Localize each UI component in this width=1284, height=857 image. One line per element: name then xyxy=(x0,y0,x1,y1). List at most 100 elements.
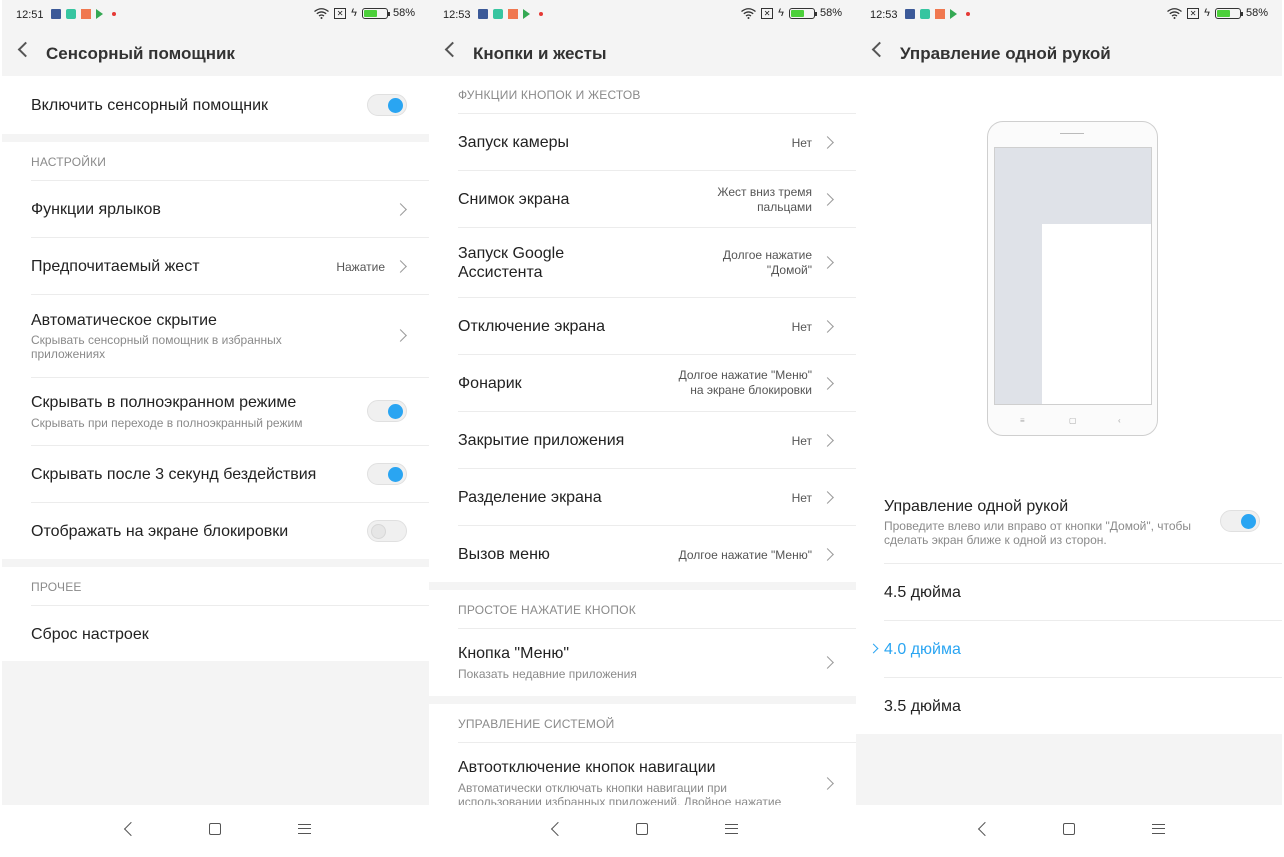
show-lockscreen-row[interactable]: Отображать на экране блокировки xyxy=(31,502,429,559)
section-label-settings: НАСТРОЙКИ xyxy=(31,155,107,169)
button-function-row[interactable]: Запуск камеры Нет xyxy=(458,113,856,170)
facebook-icon xyxy=(905,9,915,19)
item-title: Запуск камеры xyxy=(458,134,570,151)
battery-icon xyxy=(361,7,390,19)
button-function-row[interactable]: Отключение экрана Нет xyxy=(458,297,856,354)
play-store-icon xyxy=(523,9,530,19)
nav-home-icon[interactable] xyxy=(1063,823,1075,835)
item-title: Вызов меню xyxy=(458,546,550,563)
enable-assistant-toggle[interactable] xyxy=(367,94,407,116)
back-icon[interactable] xyxy=(871,41,888,58)
size-option-35[interactable]: 3.5 дюйма xyxy=(884,677,1282,734)
nav-home-icon[interactable] xyxy=(209,823,221,835)
phone-screen-illustration xyxy=(994,147,1152,405)
chevron-right-icon xyxy=(821,656,834,669)
app-header: Управление одной рукой xyxy=(856,30,1282,76)
slack-icon xyxy=(920,9,930,19)
button-function-row[interactable]: Запуск Google Ассистента Долгое нажатие … xyxy=(458,227,856,297)
preferred-gesture-value: Нажатие xyxy=(336,260,385,274)
mail-icon xyxy=(81,9,91,19)
auto-hide-row[interactable]: Автоматическое скрытие Скрывать сенсорны… xyxy=(31,294,429,377)
item-title: Разделение экрана xyxy=(458,489,602,506)
mail-icon xyxy=(508,9,518,19)
button-function-row[interactable]: Фонарик Долгое нажатие "Меню" на экране … xyxy=(458,354,856,411)
chevron-right-icon xyxy=(821,377,834,390)
nav-bar xyxy=(2,805,429,857)
shortcut-functions-row[interactable]: Функции ярлыков xyxy=(31,180,429,237)
one-hand-toggle-row[interactable]: Управление одной рукой Проведите влево и… xyxy=(884,478,1282,563)
show-lockscreen-label: Отображать на экране блокировки xyxy=(31,523,289,540)
page-title: Управление одной рукой xyxy=(900,44,1111,63)
hide-fullscreen-subtitle: Скрывать при переходе в полноэкранный ре… xyxy=(31,416,303,430)
item-title: Снимок экрана xyxy=(458,191,570,208)
nav-menu-icon[interactable] xyxy=(1152,824,1165,834)
preferred-gesture-row[interactable]: Предпочитаемый жест Нажатие xyxy=(31,237,429,294)
item-value: Долгое нажатие "Меню" xyxy=(678,548,812,562)
nav-menu-icon[interactable] xyxy=(725,824,738,834)
panel-one-hand: 12:53 ✕ ϟ 58% Управление одной рукой ≡ ▢ xyxy=(856,0,1282,857)
size-option-label: 4.5 дюйма xyxy=(884,584,961,601)
show-lockscreen-toggle[interactable] xyxy=(367,520,407,542)
status-bar: 12:51 ✕ ϟ 58% xyxy=(2,0,429,30)
nav-bar xyxy=(856,805,1282,857)
nav-back-icon[interactable] xyxy=(977,821,993,837)
battery-percent: 58% xyxy=(819,7,842,19)
wifi-icon xyxy=(741,7,757,19)
battery-percent: 58% xyxy=(1245,7,1268,19)
reset-settings-row[interactable]: Сброс настроек xyxy=(31,605,429,661)
nav-home-icon[interactable] xyxy=(636,823,648,835)
button-function-row[interactable]: Вызов меню Долгое нажатие "Меню" xyxy=(458,525,856,582)
hide-idle-toggle[interactable] xyxy=(367,463,407,485)
section-label-simple-press: ПРОСТОЕ НАЖАТИЕ КНОПОК xyxy=(458,603,636,617)
battery-percent: 58% xyxy=(392,7,415,19)
chevron-right-icon xyxy=(821,320,834,333)
button-function-row[interactable]: Снимок экрана Жест вниз тремя пальцами xyxy=(458,170,856,227)
hide-fullscreen-row[interactable]: Скрывать в полноэкранном режиме Скрывать… xyxy=(31,377,429,445)
chevron-right-icon xyxy=(821,777,834,790)
button-function-row[interactable]: Разделение экрана Нет xyxy=(458,468,856,525)
status-time: 12:53 xyxy=(443,9,471,21)
hide-idle-row[interactable]: Скрывать после 3 секунд бездействия xyxy=(31,445,429,502)
size-option-label: 4.0 дюйма xyxy=(884,641,961,658)
size-option-40-selected[interactable]: 4.0 дюйма xyxy=(868,620,1282,677)
charging-icon: ϟ xyxy=(778,7,784,19)
auto-hide-label: Автоматическое скрытие xyxy=(31,312,217,329)
app-header: Сенсорный помощник xyxy=(2,30,429,76)
enable-assistant-row[interactable]: Включить сенсорный помощник xyxy=(31,76,429,134)
chevron-right-icon xyxy=(821,491,834,504)
facebook-icon xyxy=(478,9,488,19)
menu-button-subtitle: Показать недавние приложения xyxy=(458,667,637,681)
menu-button-row[interactable]: Кнопка "Меню" Показать недавние приложен… xyxy=(458,628,856,696)
notification-dot-icon xyxy=(539,12,543,16)
back-icon[interactable] xyxy=(444,41,461,58)
enable-assistant-label: Включить сенсорный помощник xyxy=(31,97,269,114)
page-title: Кнопки и жесты xyxy=(473,44,607,63)
size-option-45[interactable]: 4.5 дюйма xyxy=(884,563,1282,620)
hide-idle-label: Скрывать после 3 секунд бездействия xyxy=(31,466,317,483)
play-store-icon xyxy=(950,9,957,19)
nav-back-icon[interactable] xyxy=(123,821,139,837)
nav-back-icon[interactable] xyxy=(550,821,566,837)
sim-icon: ✕ xyxy=(334,7,347,19)
phone-home-glyph-icon: ▢ xyxy=(1069,416,1077,425)
hide-fullscreen-toggle[interactable] xyxy=(367,400,407,422)
item-title: Закрытие приложения xyxy=(458,432,625,449)
nav-bar xyxy=(429,805,856,857)
charging-icon: ϟ xyxy=(1204,7,1210,19)
panel-touch-assistant: 12:51 ✕ ϟ 58% Сенсорный помощник Включит… xyxy=(2,0,429,857)
one-hand-toggle[interactable] xyxy=(1220,510,1260,532)
auto-off-nav-label: Автоотключение кнопок навигации xyxy=(458,759,716,776)
slack-icon xyxy=(66,9,76,19)
battery-icon xyxy=(1214,7,1243,19)
hide-fullscreen-label: Скрывать в полноэкранном режиме xyxy=(31,394,297,411)
chevron-right-icon xyxy=(821,193,834,206)
one-hand-label: Управление одной рукой xyxy=(884,498,1069,515)
back-icon[interactable] xyxy=(17,41,34,58)
panel-buttons-gestures: 12:53 ✕ ϟ 58% Кнопки и жесты ФУНКЦИИ КНО… xyxy=(429,0,856,857)
button-function-row[interactable]: Закрытие приложения Нет xyxy=(458,411,856,468)
play-store-icon xyxy=(96,9,103,19)
nav-menu-icon[interactable] xyxy=(298,824,311,834)
chevron-right-icon xyxy=(821,256,834,269)
mail-icon xyxy=(935,9,945,19)
sim-icon: ✕ xyxy=(1187,7,1200,19)
